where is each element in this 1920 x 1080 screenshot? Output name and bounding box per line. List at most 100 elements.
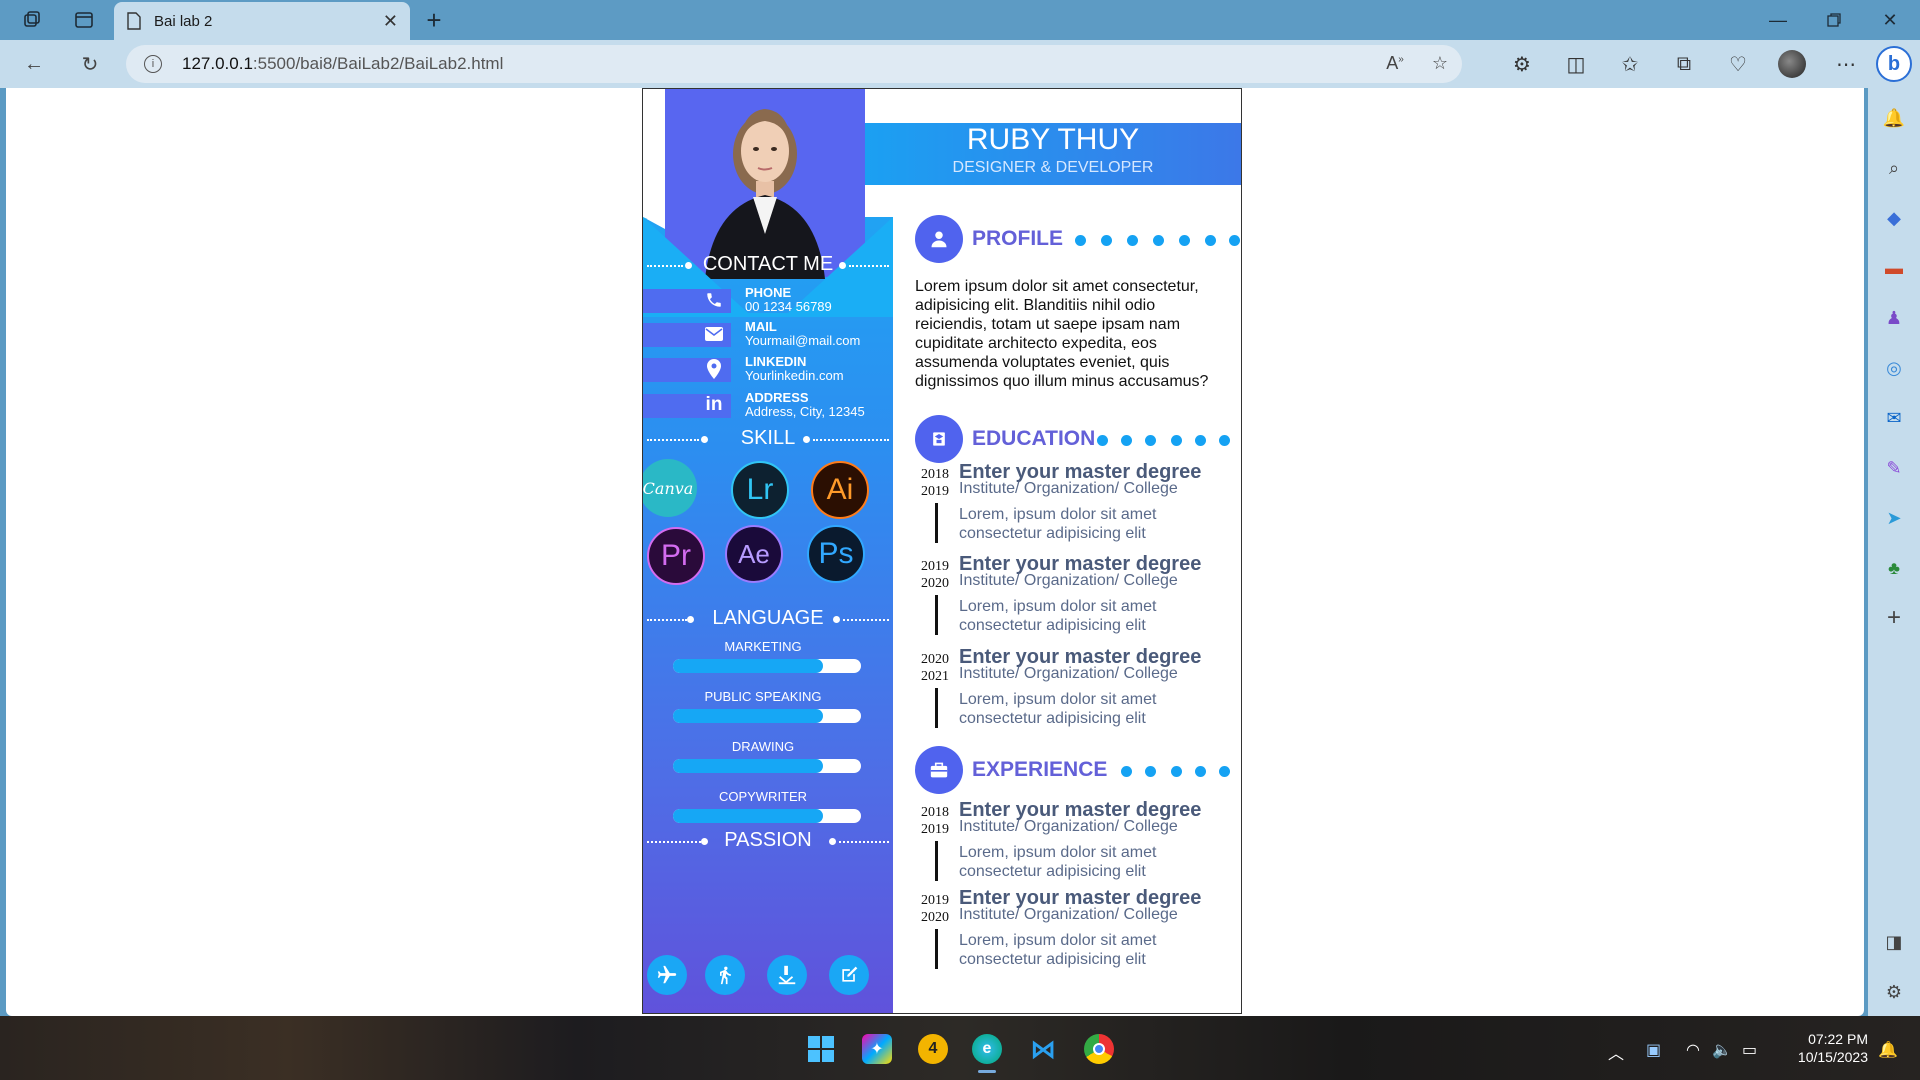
url-path: :5500/bai8/BaiLab2/BaiLab2.html — [252, 54, 504, 73]
entry-subtitle: Institute/ Organization/ College — [959, 818, 1178, 835]
education-entry: 2018 2019 Enter your master degree Insti… — [915, 461, 1235, 551]
copilot-sidebar-icon[interactable]: ◎ — [1880, 354, 1908, 382]
wifi-icon[interactable]: ◠ — [1686, 1040, 1700, 1060]
airplane-icon — [647, 955, 687, 995]
passion-heading: PASSION — [643, 829, 893, 853]
windows-start-icon[interactable] — [806, 1034, 836, 1064]
person-role: DESIGNER & DEVELOPER — [952, 159, 1154, 176]
new-tab-button[interactable]: + — [420, 5, 448, 35]
education-section-heading: EDUCATION — [915, 415, 1235, 463]
copilot-preview-icon[interactable]: ✦ — [862, 1034, 892, 1064]
tab-bai-lab-2[interactable]: Bai lab 2 ✕ — [114, 2, 410, 40]
location-pin-icon — [701, 356, 727, 382]
profile-avatar[interactable] — [1778, 50, 1806, 78]
contact-mail: MAIL Yourmail@mail.com — [643, 315, 893, 355]
refresh-icon[interactable]: ↻ — [74, 50, 106, 78]
contact-title: PHONE — [745, 285, 792, 300]
games-icon[interactable]: ♟ — [1880, 304, 1908, 332]
sidebar-toggle-icon[interactable]: ◨ — [1880, 928, 1908, 956]
language-bar — [673, 709, 861, 723]
tab-title: Bai lab 2 — [154, 12, 213, 30]
battery-icon[interactable]: ▭ — [1742, 1040, 1757, 1060]
entry-subtitle: Institute/ Organization/ College — [959, 665, 1178, 682]
language-bar — [673, 759, 861, 773]
tray-app-icon[interactable]: ▣ — [1646, 1040, 1661, 1060]
read-aloud-icon[interactable]: A» — [1386, 53, 1404, 74]
volume-icon[interactable]: 🔈 — [1712, 1040, 1732, 1060]
show-hidden-icons[interactable]: ︿ — [1608, 1040, 1624, 1064]
vscode-icon[interactable]: ⋈ — [1028, 1034, 1058, 1064]
skill-heading: SKILL — [643, 427, 893, 451]
experience-entry: 2019 2020 Enter your master degree Insti… — [915, 887, 1235, 977]
shopping-icon[interactable]: ◆ — [1880, 204, 1908, 232]
back-icon[interactable]: ← — [18, 50, 50, 78]
language-heading: LANGUAGE — [643, 607, 893, 631]
active-app-indicator — [978, 1070, 996, 1073]
split-screen-icon[interactable]: ◫ — [1562, 50, 1590, 78]
chrome-icon[interactable] — [1084, 1034, 1114, 1064]
phone-icon — [701, 287, 727, 313]
favorite-star-icon[interactable]: ☆ — [1432, 53, 1448, 74]
entry-description: Lorem, ipsum dolor sit amet consectetur … — [959, 506, 1157, 542]
minimize-button[interactable]: — — [1758, 4, 1798, 36]
system-clock[interactable]: 07:22 PM 10/15/2023 — [1798, 1030, 1868, 1066]
page-icon — [127, 12, 141, 30]
extensions-icon[interactable]: ⚙ — [1508, 50, 1536, 78]
settings-gear-icon[interactable]: ⚙ — [1880, 978, 1908, 1006]
add-sidebar-icon[interactable]: + — [1880, 604, 1908, 632]
tools-icon[interactable]: ▬ — [1880, 254, 1908, 282]
performance-icon[interactable]: ♡ — [1724, 50, 1752, 78]
after-effects-logo: Ae — [725, 525, 783, 583]
restore-button[interactable] — [1814, 4, 1854, 36]
language-bar — [673, 659, 861, 673]
drop-icon[interactable]: ➤ — [1880, 504, 1908, 532]
language-label: COPYWRITER — [718, 789, 808, 804]
tree-icon[interactable]: ♣ — [1880, 554, 1908, 582]
copilot-icon[interactable]: b — [1876, 46, 1912, 82]
lightroom-logo: Lr — [731, 461, 789, 519]
url-host: 127.0.0.1 — [182, 54, 253, 73]
entry-subtitle: Institute/ Organization/ College — [959, 906, 1178, 923]
taskbar — [0, 1016, 1920, 1080]
linkedin-icon: in — [705, 394, 723, 415]
contact-linkedin: LINKEDIN Yourlinkedin.com — [643, 350, 893, 390]
address-toolbar: ← ↻ i 127.0.0.1:5500/bai8/BaiLab2/BaiLab… — [0, 40, 1920, 88]
contact-value: 00 1234 56789 — [745, 299, 832, 314]
contact-address: in ADDRESS Address, City, 12345 — [643, 386, 893, 426]
close-window-button[interactable]: ✕ — [1870, 4, 1910, 36]
entry-subtitle: Institute/ Organization/ College — [959, 480, 1178, 497]
contact-title: ADDRESS — [745, 390, 809, 405]
edge-sidebar: 🔔 ⌕ ◆ ▬ ♟ ◎ ✉ ✎ ➤ ♣ + ◨ ⚙ — [1868, 88, 1920, 1016]
clock-date: 10/15/2023 — [1797, 1049, 1868, 1065]
language-label: DRAWING — [731, 739, 795, 754]
education-entry: 2019 2020 Enter your master degree Insti… — [915, 553, 1235, 643]
notification-bell-icon[interactable]: 🔔 — [1878, 1040, 1898, 1060]
entry-description: Lorem, ipsum dolor sit amet consectetur … — [959, 691, 1157, 727]
collections-icon[interactable]: ⧉ — [1670, 50, 1698, 78]
address-bar[interactable]: i 127.0.0.1:5500/bai8/BaiLab2/BaiLab2.ht… — [126, 45, 1462, 83]
close-tab-icon[interactable]: ✕ — [383, 11, 398, 32]
tab-actions-icon[interactable] — [68, 6, 100, 34]
contact-value: Address, City, 12345 — [745, 404, 865, 419]
entry-description: Lorem, ipsum dolor sit amet consectetur … — [959, 598, 1157, 634]
favorites-icon[interactable]: ✩ — [1616, 50, 1644, 78]
search-icon[interactable]: ⌕ — [1880, 154, 1908, 182]
workspaces-icon[interactable] — [16, 6, 48, 34]
more-options-icon[interactable]: ⋯ — [1832, 50, 1860, 78]
site-info-icon[interactable]: i — [144, 55, 162, 73]
language-label: MARKETING — [724, 639, 802, 654]
illustrator-logo: Ai — [811, 461, 869, 519]
edge-icon[interactable]: e — [972, 1034, 1002, 1064]
entry-description: Lorem, ipsum dolor sit amet consectetur … — [959, 844, 1157, 880]
cv-left-column: CONTACT ME PHONE 00 1234 56789 MAIL Your… — [643, 89, 893, 1013]
cv-document: CONTACT ME PHONE 00 1234 56789 MAIL Your… — [642, 88, 1242, 1014]
graduation-icon — [915, 415, 963, 463]
profile-section-heading: PROFILE — [915, 215, 1240, 263]
premiere-logo: Pr — [647, 527, 705, 585]
app-4-icon[interactable]: 4 — [918, 1034, 948, 1064]
outlook-icon[interactable]: ✉ — [1880, 404, 1908, 432]
canva-logo: Canva — [643, 459, 697, 517]
notifications-icon[interactable]: 🔔 — [1880, 104, 1908, 132]
user-icon — [915, 215, 963, 263]
designer-icon[interactable]: ✎ — [1880, 454, 1908, 482]
